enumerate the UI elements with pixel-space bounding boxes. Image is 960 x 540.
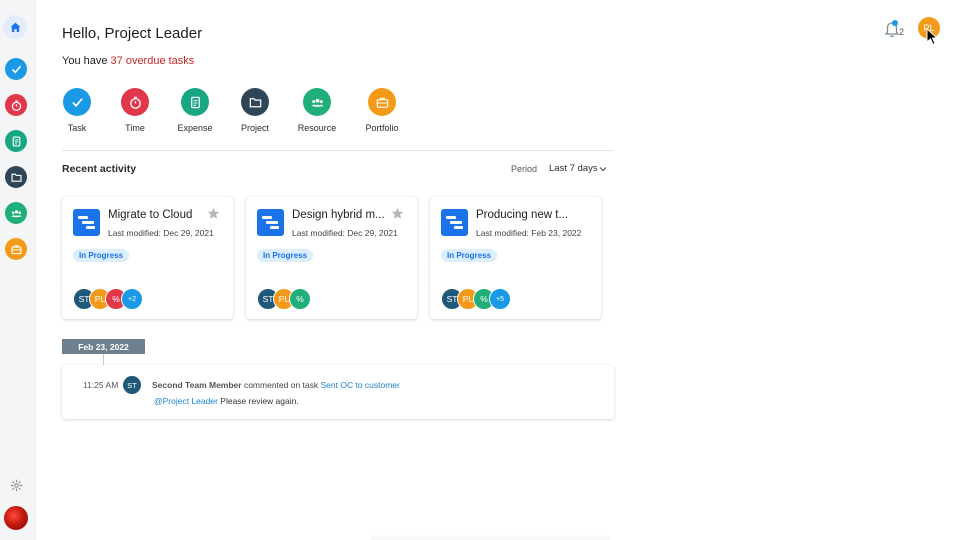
overdue-tasks-link[interactable]: 37 overdue tasks <box>111 55 195 67</box>
chevron-down-icon[interactable] <box>599 165 607 173</box>
sidebar-home-button[interactable] <box>3 15 27 39</box>
quick-action-project-circle[interactable] <box>241 88 269 116</box>
star-icon[interactable] <box>207 207 220 220</box>
project-card[interactable]: Design hybrid m... Last modified: Dec 29… <box>246 197 417 319</box>
quick-action-task[interactable]: Task <box>47 88 107 133</box>
quick-action-label: Expense <box>177 123 213 133</box>
notification-dot <box>892 20 898 26</box>
activity-mention[interactable]: @Project Leader <box>154 396 218 406</box>
timeline-connector <box>103 354 104 365</box>
sidebar-portfolio-button[interactable] <box>5 238 27 260</box>
avatar-more[interactable]: +5 <box>489 288 511 310</box>
briefcase-icon <box>376 97 388 108</box>
member-avatars: ST PL % <box>257 288 311 310</box>
quick-action-label: Project <box>240 123 269 133</box>
receipt-icon <box>190 96 200 108</box>
quick-action-label: Portfolio <box>365 123 399 133</box>
people-icon <box>10 209 22 217</box>
quick-action-task-circle[interactable] <box>63 88 91 116</box>
project-gantt-icon <box>441 209 468 236</box>
activity-entry: 11:25 AM ST Second Team Member commented… <box>62 365 614 419</box>
sidebar-settings-button[interactable] <box>5 474 27 496</box>
avatar-more[interactable]: +2 <box>121 288 143 310</box>
avatar: ST <box>123 376 141 394</box>
recent-activity-title: Recent activity <box>62 163 137 175</box>
project-card[interactable]: Producing new t... Last modified: Feb 23… <box>430 197 601 319</box>
project-card-modified: Last modified: Feb 23, 2022 <box>476 228 582 238</box>
period-label: Period <box>511 164 538 174</box>
activity-task-link[interactable]: Sent OC to customer <box>321 380 400 390</box>
quick-action-time[interactable]: Time <box>105 88 165 133</box>
quick-action-expense[interactable]: Expense <box>165 88 225 133</box>
activity-time: 11:25 AM <box>83 380 119 390</box>
sidebar-resource-button[interactable] <box>5 202 27 224</box>
quick-action-resource-circle[interactable] <box>303 88 331 116</box>
folder-icon <box>249 97 261 107</box>
briefcase-icon <box>10 244 22 254</box>
status-badge: In Progress <box>257 249 314 262</box>
home-icon <box>10 22 20 32</box>
sidebar-project-button[interactable] <box>5 166 27 188</box>
member-avatars: ST PL % +2 <box>73 288 143 310</box>
bottom-shadow <box>370 534 610 540</box>
sidebar <box>0 0 36 540</box>
stopwatch-icon <box>129 96 141 109</box>
avatar: % <box>289 288 311 310</box>
star-icon[interactable] <box>391 207 404 220</box>
project-card-modified: Last modified: Dec 29, 2021 <box>292 228 398 238</box>
quick-action-label: Time <box>125 123 145 133</box>
stopwatch-icon <box>11 99 21 111</box>
check-icon <box>11 65 21 74</box>
check-icon <box>71 97 83 107</box>
quick-action-expense-circle[interactable] <box>181 88 209 116</box>
quick-action-project[interactable]: Project <box>225 88 285 133</box>
sidebar-time-button[interactable] <box>5 94 27 116</box>
folder-icon <box>10 173 22 182</box>
member-avatars: ST PL % +5 <box>441 288 511 310</box>
activity-comment: @Project Leader Please review again. <box>154 396 299 406</box>
activity-author: Second Team Member <box>152 380 242 390</box>
people-icon <box>310 98 324 107</box>
quick-action-label: Task <box>67 123 87 133</box>
section-divider <box>62 150 614 151</box>
period-dropdown[interactable]: Last 7 days <box>549 163 598 174</box>
quick-action-time-circle[interactable] <box>121 88 149 116</box>
quick-action-portfolio-circle[interactable] <box>368 88 396 116</box>
mouse-cursor-icon <box>926 28 939 46</box>
project-gantt-icon <box>73 209 100 236</box>
activity-message: Please review again. <box>217 396 299 406</box>
sidebar-task-button[interactable] <box>5 58 27 80</box>
notification-count: 2 <box>899 27 905 37</box>
quick-action-portfolio[interactable]: Portfolio <box>352 88 412 133</box>
quick-action-label: Resource <box>297 123 337 133</box>
project-card[interactable]: Migrate to Cloud Last modified: Dec 29, … <box>62 197 233 319</box>
quick-action-resource[interactable]: Resource <box>287 88 347 133</box>
overdue-summary: You have 37 overdue tasks <box>62 55 194 67</box>
sidebar-user-avatar[interactable] <box>4 506 28 530</box>
project-card-title[interactable]: Migrate to Cloud <box>108 209 216 221</box>
timeline-date: Feb 23, 2022 <box>62 339 145 354</box>
project-card-modified: Last modified: Dec 29, 2021 <box>108 228 214 238</box>
page-title: Hello, Project Leader <box>62 25 203 42</box>
status-badge: In Progress <box>441 249 498 262</box>
status-badge: In Progress <box>73 249 130 262</box>
project-card-title[interactable]: Design hybrid m... <box>292 209 400 221</box>
sidebar-expense-button[interactable] <box>5 130 27 152</box>
project-card-title[interactable]: Producing new t... <box>476 209 584 221</box>
activity-description: Second Team Member commented on task Sen… <box>152 380 400 390</box>
overdue-prefix: You have <box>62 55 111 67</box>
project-gantt-icon <box>257 209 284 236</box>
gear-icon <box>10 479 22 491</box>
receipt-icon <box>12 135 20 147</box>
activity-action: commented on task <box>241 380 321 390</box>
